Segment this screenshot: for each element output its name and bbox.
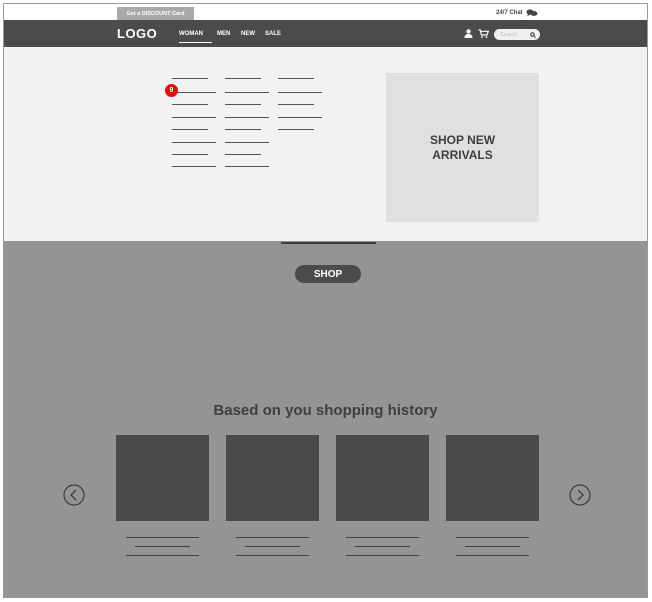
product-caption-line	[135, 546, 190, 547]
search-box	[494, 29, 540, 40]
product-caption-line	[456, 555, 529, 556]
product-caption-line	[465, 546, 520, 547]
discount-card-label: Get a DISCOUNT Card	[126, 10, 185, 17]
menu-link-placeholder[interactable]	[172, 142, 216, 143]
menu-link-placeholder[interactable]	[225, 78, 261, 79]
user-icon[interactable]	[464, 29, 473, 38]
nav-item-new[interactable]: NEW	[241, 31, 255, 37]
product-card[interactable]	[336, 435, 429, 521]
product-caption-line	[245, 546, 300, 547]
page-frame: Get a DISCOUNT Card 24/7 Chat LOGO WOMAN…	[3, 3, 648, 598]
chevron-left-icon[interactable]	[63, 484, 85, 506]
menu-link-placeholder[interactable]	[172, 92, 216, 93]
menu-link-placeholder[interactable]	[172, 117, 216, 118]
nav-item-men[interactable]: MEN	[217, 31, 230, 37]
product-caption-line	[355, 546, 410, 547]
menu-link-placeholder[interactable]	[172, 166, 216, 167]
product-caption-line	[126, 537, 199, 538]
product-caption-line	[236, 537, 309, 538]
nav-active-indicator	[179, 42, 212, 43]
cart-icon[interactable]	[478, 29, 489, 38]
product-card[interactable]	[226, 435, 319, 521]
chat-link[interactable]: 24/7 Chat	[496, 8, 538, 18]
menu-link-placeholder[interactable]	[172, 129, 208, 130]
nav-item-sale[interactable]: SALE	[265, 31, 281, 37]
menu-link-placeholder[interactable]	[225, 92, 269, 93]
menu-link-placeholder[interactable]	[225, 142, 269, 143]
menu-link-placeholder[interactable]	[172, 104, 208, 105]
main-content: SHOP Based on you shopping history	[4, 241, 647, 597]
product-caption-line	[346, 537, 419, 538]
menu-link-placeholder[interactable]	[225, 154, 261, 155]
product-caption-line	[456, 537, 529, 538]
menu-link-placeholder[interactable]	[278, 78, 314, 79]
chat-label: 24/7 Chat	[496, 10, 523, 16]
menu-link-placeholder[interactable]	[172, 78, 208, 79]
menu-link-placeholder[interactable]	[278, 104, 314, 105]
product-caption-line	[126, 555, 199, 556]
shop-button-label: SHOP	[313, 268, 343, 280]
nav-item-woman[interactable]: WOMAN	[179, 31, 203, 37]
site-logo[interactable]: LOGO	[117, 26, 157, 41]
menu-link-placeholder[interactable]	[225, 166, 269, 167]
menu-link-placeholder[interactable]	[225, 104, 261, 105]
menu-link-placeholder[interactable]	[225, 117, 269, 118]
menu-link-placeholder[interactable]	[225, 129, 261, 130]
product-caption-line	[236, 555, 309, 556]
menu-link-placeholder[interactable]	[278, 117, 322, 118]
menu-link-placeholder[interactable]	[278, 129, 314, 130]
main-navbar: LOGO WOMAN MEN NEW SALE	[4, 20, 647, 47]
promo-label: SHOP NEW ARRIVALS	[429, 132, 496, 162]
search-icon[interactable]	[530, 31, 536, 38]
menu-link-placeholder[interactable]	[278, 92, 322, 93]
discount-card-button[interactable]: Get a DISCOUNT Card	[117, 7, 194, 20]
top-strip: Get a DISCOUNT Card 24/7 Chat	[4, 4, 647, 20]
section-title: Based on you shopping history	[213, 402, 438, 419]
search-input[interactable]	[500, 31, 528, 38]
product-card[interactable]	[116, 435, 209, 521]
product-card[interactable]	[446, 435, 539, 521]
shop-new-arrivals-promo[interactable]: SHOP NEW ARRIVALS	[386, 73, 539, 222]
mega-menu-panel: 9 SHOP NEW ARRIVALS	[4, 47, 647, 241]
chevron-right-icon[interactable]	[569, 484, 591, 506]
shop-button[interactable]: SHOP	[295, 265, 361, 283]
section-divider	[281, 242, 376, 244]
notification-badge: 9	[165, 84, 178, 97]
chat-bubbles-icon	[526, 9, 538, 17]
menu-link-placeholder[interactable]	[172, 154, 208, 155]
product-caption-line	[346, 555, 419, 556]
